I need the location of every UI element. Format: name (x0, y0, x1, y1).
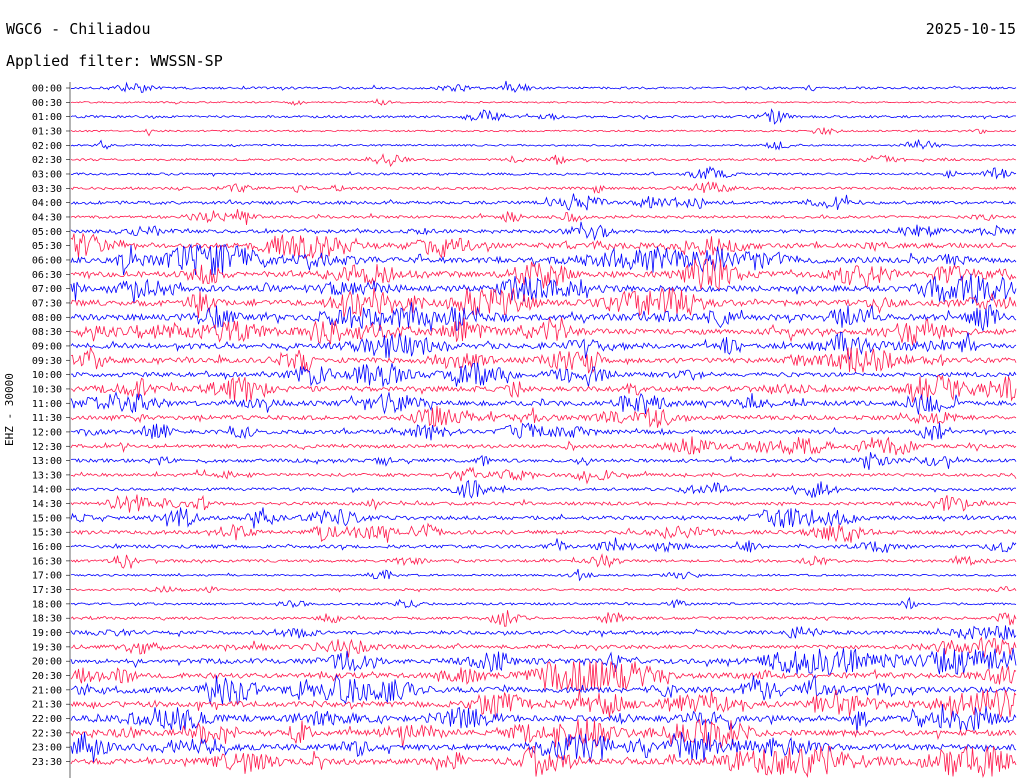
time-tick-label: 13:30 (32, 470, 62, 481)
trace-line (70, 391, 1017, 415)
trace-line (70, 522, 1017, 543)
time-tick-label: 18:30 (32, 614, 62, 625)
time-tick-label: 09:30 (32, 356, 62, 367)
time-tick-label: 08:30 (32, 327, 62, 338)
time-tick-label: 21:30 (32, 700, 62, 711)
trace-line (70, 596, 1017, 610)
time-tick-label: 13:00 (32, 456, 62, 467)
trace-line (70, 193, 1017, 211)
time-tick-label: 15:00 (32, 513, 62, 524)
time-tick-label: 20:00 (32, 657, 62, 668)
time-tick-label: 06:00 (32, 255, 62, 266)
time-tick-label: 02:00 (32, 141, 62, 152)
trace-line (70, 718, 1017, 749)
trace-line (70, 610, 1017, 627)
time-tick-label: 19:30 (32, 642, 62, 653)
trace-line (70, 181, 1017, 195)
time-tick-label: 10:00 (32, 370, 62, 381)
trace-line (70, 209, 1017, 226)
trace-line (70, 689, 1017, 719)
time-tick-label: 05:00 (32, 227, 62, 238)
trace-line (70, 108, 1017, 125)
trace-line (70, 568, 1017, 582)
trace-line (70, 422, 1017, 441)
trace-line (70, 625, 1017, 641)
time-tick-label: 07:00 (32, 284, 62, 295)
time-tick-label: 11:30 (32, 413, 62, 424)
trace-line (70, 362, 1017, 387)
time-tick-label: 00:00 (32, 84, 62, 95)
time-tick-label: 03:00 (32, 169, 62, 180)
trace-line (70, 745, 1017, 779)
time-tick-label: 05:30 (32, 241, 62, 252)
time-tick-label: 23:30 (32, 757, 62, 768)
time-tick-label: 20:30 (32, 671, 62, 682)
time-tick-label: 16:30 (32, 556, 62, 567)
time-tick-label: 04:00 (32, 198, 62, 209)
time-tick-label: 17:00 (32, 571, 62, 582)
time-tick-label: 21:00 (32, 685, 62, 696)
trace-line (70, 153, 1017, 167)
trace-line (70, 674, 1017, 706)
trace-line (70, 98, 1017, 106)
time-tick-label: 16:00 (32, 542, 62, 553)
time-tick-label: 12:30 (32, 442, 62, 453)
trace-line (70, 375, 1017, 403)
time-tick-label: 12:00 (32, 427, 62, 438)
trace-line (70, 661, 1017, 690)
time-tick-label: 04:30 (32, 212, 62, 223)
time-tick-label: 08:00 (32, 313, 62, 324)
trace-line (70, 347, 1017, 374)
trace-line (70, 479, 1017, 499)
time-tick-label: 06:30 (32, 270, 62, 281)
trace-line (70, 406, 1017, 428)
time-tick-label: 14:30 (32, 499, 62, 510)
time-tick-label: 22:30 (32, 728, 62, 739)
trace-line (70, 585, 1017, 594)
channel-axis-label: EHZ - 30000 (3, 373, 16, 446)
trace-line (70, 221, 1017, 242)
time-tick-label: 15:30 (32, 528, 62, 539)
time-tick-label: 03:30 (32, 184, 62, 195)
time-tick-label: 01:00 (32, 112, 62, 123)
time-tick-label: 09:00 (32, 341, 62, 352)
trace-line (70, 452, 1017, 470)
time-tick-label: 01:30 (32, 126, 62, 137)
trace-line (70, 139, 1017, 151)
time-tick-label: 17:30 (32, 585, 62, 596)
time-tick-label: 14:00 (32, 485, 62, 496)
time-tick-label: 02:30 (32, 155, 62, 166)
time-tick-label: 00:30 (32, 98, 62, 109)
trace-line (70, 80, 1017, 93)
time-tick-label: 19:00 (32, 628, 62, 639)
time-tick-label: 10:30 (32, 384, 62, 395)
trace-line (70, 636, 1017, 659)
trace-line (70, 466, 1017, 485)
time-tick-label: 22:00 (32, 714, 62, 725)
trace-line (70, 127, 1017, 137)
trace-line (70, 165, 1017, 180)
seismogram-plot: 00:00 00:30 01:00 01:30 02:00 02:30 03:00 03:30… (32, 80, 1017, 779)
time-tick-label: 18:00 (32, 599, 62, 610)
trace-line (70, 553, 1017, 569)
trace-line (70, 648, 1017, 675)
trace-line (70, 507, 1017, 529)
time-tick-label: 23:00 (32, 743, 62, 754)
time-tick-label: 07:30 (32, 298, 62, 309)
trace-line (70, 494, 1017, 513)
time-tick-label: 11:00 (32, 399, 62, 410)
trace-line (70, 537, 1017, 554)
trace-line (70, 232, 1017, 259)
trace-line (70, 436, 1017, 456)
